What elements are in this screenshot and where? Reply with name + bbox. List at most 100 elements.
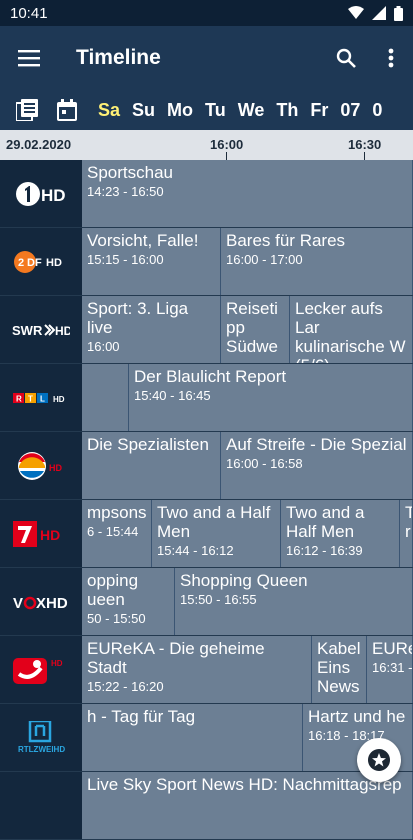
channel-row-rtlzwei: RTLZWEIHD h - Tag für Tag Hartz und he 1… [0,704,413,772]
svg-text:SWR: SWR [12,323,43,338]
day-tab-fr[interactable]: Fr [304,100,334,121]
favorites-button[interactable] [357,738,401,782]
channel-logo-vox[interactable]: V XHD [0,568,82,635]
time-label-1600: 16:00 [210,137,244,152]
channel-logo-swr[interactable]: SWR HD [0,296,82,363]
program-cell[interactable]: Lecker aufs Lar kulinarische W (5/6) [290,296,413,363]
channel-logo-rtlzwei[interactable]: RTLZWEIHD [0,704,82,771]
svg-text:HD: HD [55,324,70,338]
menu-button[interactable] [0,26,58,90]
channel-row-kabel-eins: HD EUReKA - Die geheime Stadt 15:22 - 16… [0,636,413,704]
svg-text:DF: DF [27,257,42,269]
program-title: h - Tag für Tag [87,707,196,726]
program-cell[interactable]: Die Spezialisten [82,432,221,499]
channel-row-zdf: 2 DF HD Vorsicht, Falle! 15:15 - 16:00 B… [0,228,413,296]
program-time: 16:00 [87,339,120,354]
program-title: EUReKA - Die geheime Stadt [87,639,265,677]
day-tab-07[interactable]: 07 [334,100,366,121]
channel-row-prosieben: HD mpsons 6 - 15:44 Two and a Half Men 1… [0,500,413,568]
program-title: Der Blaulicht Report [134,367,287,386]
program-time: 15:50 - 16:55 [180,592,257,607]
day-tab-su[interactable]: Su [126,100,161,121]
program-title: Two and a Half Men [157,503,271,541]
day-tab-tu[interactable]: Tu [199,100,232,121]
program-title: T r [405,503,412,541]
day-tab-sa[interactable]: Sa [92,100,126,121]
program-cell[interactable]: Sport: 3. Liga live 16:00 [82,296,221,363]
program-time: 16:18 - 18:17 [308,728,385,743]
program-cell[interactable]: Kabel Eins News [312,636,367,703]
program-title: opping ueen [87,571,139,609]
calendar-button[interactable] [48,99,86,121]
svg-text:HD: HD [51,659,63,668]
program-cell[interactable]: EUReKA - Die geheime Stadt 15:22 - 16:20 [82,636,312,703]
program-cell[interactable]: Two and a Half Men 15:44 - 16:12 [152,500,281,567]
time-tick [364,152,365,160]
day-tab-we[interactable]: We [232,100,271,121]
timeline-grid: HD Sportschau 14:23 - 16:50 2 DF HD Vors… [0,160,413,840]
rtl-hd-logo: R T L HD [13,392,65,404]
program-cell[interactable]: Auf Streife - Die Spezial 16:00 - 16:58 [221,432,413,499]
program-cell[interactable]: mpsons 6 - 15:44 [82,500,152,567]
program-title: Die Spezialisten [87,435,209,454]
channel-row-swr: SWR HD Sport: 3. Liga live 16:00 Reiseti… [0,296,413,364]
more-options-button[interactable] [368,26,413,90]
day-selector: Sa Su Mo Tu We Th Fr 07 0 [0,90,413,130]
channel-logo-sky-sport-news[interactable] [0,772,82,839]
page-title: Timeline [76,46,161,69]
svg-text:HD: HD [49,463,62,473]
channel-row-rtl: R T L HD Der Blaulicht Report 15:40 - 16… [0,364,413,432]
prosieben-hd-logo: HD [13,520,60,547]
program-cell[interactable]: Two and a Half Men 16:12 - 16:39 [281,500,400,567]
program-cell[interactable]: T r [400,500,413,567]
program-cell[interactable]: Der Blaulicht Report 15:40 - 16:45 [129,364,413,431]
program-time: 16:00 - 17:00 [226,252,303,267]
program-title: Auf Streife - Die Spezial [226,435,407,454]
program-cell[interactable]: h - Tag für Tag [82,704,303,771]
time-label-1630: 16:30 [348,137,382,152]
svg-text:HD: HD [46,257,62,269]
search-icon [336,48,356,68]
program-cell[interactable]: Vorsicht, Falle! 15:15 - 16:00 [82,228,221,295]
program-cell[interactable]: Reiseti pp Südwe [221,296,290,363]
program-cell[interactable]: opping ueen 50 - 15:50 [82,568,175,635]
timeline-date: 29.02.2020 [6,137,72,152]
channel-logo-rtl[interactable]: R T L HD [0,364,82,431]
program-cell[interactable]: Sportschau 14:23 - 16:50 [82,160,413,227]
channel-logo-kabel-eins[interactable]: HD [0,636,82,703]
status-icons [348,5,403,21]
channel-logo-sat1[interactable]: HD [0,432,82,499]
svg-text:L: L [40,394,45,403]
list-view-button[interactable] [8,99,46,121]
sat1-hd-logo: HD [18,451,62,480]
program-cell[interactable] [82,364,129,431]
day-tab-next[interactable]: 0 [366,100,388,121]
program-title: Kabel Eins News [317,639,361,696]
swr-hd-logo: SWR HD [12,323,70,338]
program-time: 15:44 - 16:12 [157,543,234,558]
vox-hd-logo: V XHD [13,595,68,611]
program-time: 16:31 - [372,660,413,675]
channel-logo-das-erste[interactable]: HD [0,160,82,227]
zdf-hd-logo: 2 DF HD [14,250,62,273]
channel-logo-prosieben[interactable]: HD [0,500,82,567]
search-button[interactable] [323,26,368,90]
channel-logo-zdf[interactable]: 2 DF HD [0,228,82,295]
star-icon [368,749,390,771]
program-cell[interactable]: Live Sky Sport News HD: Nachmittagsrep [82,772,413,839]
das-erste-hd-logo: HD [16,181,66,206]
program-title: Sportschau [87,163,173,182]
day-tab-th[interactable]: Th [270,100,304,121]
day-tab-mo[interactable]: Mo [161,100,199,121]
status-time: 10:41 [10,4,48,22]
program-cell[interactable]: Shopping Queen 15:50 - 16:55 [175,568,413,635]
channel-row-sky-sport-news: Live Sky Sport News HD: Nachmittagsrep [0,772,413,840]
program-time: 15:15 - 16:00 [87,252,164,267]
timeline-header: 29.02.2020 16:00 16:30 [0,130,413,160]
program-cell[interactable]: Bares für Rares 16:00 - 17:00 [221,228,413,295]
program-cell[interactable]: EURe 16:31 - [367,636,413,703]
svg-text:HD: HD [41,186,66,205]
app-bar: Timeline [0,26,413,90]
program-time: 15:22 - 16:20 [87,679,164,694]
program-title: Lecker aufs Lar kulinarische W (5/6) [295,299,406,363]
